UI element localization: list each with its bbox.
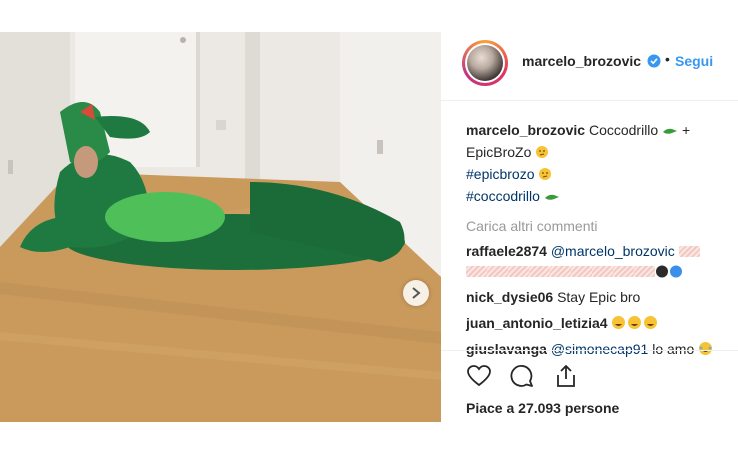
- post-header: marcelo_brozovic • Segui: [441, 20, 738, 101]
- clapping-emoji-icon: [634, 266, 655, 277]
- comments-list: marcelo_brozovic Coccodrillo + EpicBroZo…: [466, 120, 731, 365]
- avatar[interactable]: [462, 40, 508, 86]
- hashtag-line-1: #epicbrozo: [466, 164, 731, 186]
- next-photo-button[interactable]: [403, 280, 429, 306]
- caption: marcelo_brozovic Coccodrillo +: [466, 120, 731, 142]
- clapping-emoji-icon: [678, 246, 700, 257]
- comment-icon[interactable]: [509, 363, 535, 389]
- comment-mention[interactable]: @marcelo_brozovic: [551, 243, 675, 259]
- thinking-emoji-icon: [535, 144, 549, 164]
- separator-dot: •: [665, 51, 670, 67]
- hashtag-line-2: #coccodrillo: [466, 186, 731, 208]
- clapping-emoji-icon: [487, 266, 508, 277]
- post-photo[interactable]: [0, 32, 441, 422]
- follow-button[interactable]: Segui: [675, 53, 713, 69]
- black-blue-circles-icon: [656, 265, 682, 278]
- comment-username[interactable]: juan_antonio_letizia4: [466, 315, 608, 331]
- crocodile-emoji-icon: [662, 122, 678, 142]
- post-side-panel: marcelo_brozovic • Segui marcelo_brozovi…: [441, 20, 738, 422]
- clapping-emoji-icon: [613, 266, 634, 277]
- comment-item: raffaele2874 @marcelo_brozovic: [466, 241, 731, 281]
- clapping-emoji-icon: [592, 266, 613, 277]
- clapping-emoji-icon: [466, 266, 487, 277]
- clapping-emoji-icon: [529, 266, 550, 277]
- load-more-comments-link[interactable]: Carica altri commenti: [466, 216, 731, 236]
- comment-username[interactable]: nick_dysie06: [466, 289, 553, 305]
- avatar-photo: [467, 45, 503, 81]
- caption-plus: +: [681, 122, 691, 138]
- crocodile-emoji-icon: [544, 188, 560, 208]
- clapping-emoji-icon: [508, 266, 529, 277]
- clapping-emoji-icon: [550, 266, 571, 277]
- likes-count[interactable]: Piace a 27.093 persone: [466, 400, 619, 416]
- thinking-emoji-icon: [538, 166, 552, 186]
- verified-badge-icon: [647, 54, 661, 68]
- heart-icon[interactable]: [466, 363, 492, 389]
- comment-text: Stay Epic bro: [557, 289, 641, 305]
- laughing-emoji-icon: [612, 316, 658, 329]
- hashtag-epicbrozo[interactable]: #epicbrozo: [466, 166, 535, 182]
- caption-line2: EpicBroZo: [466, 142, 731, 164]
- caption-text: Coccodrillo: [588, 122, 659, 138]
- avatar-ring-inner: [465, 43, 505, 83]
- hashtag-coccodrillo[interactable]: #coccodrillo: [466, 188, 540, 204]
- comment-username[interactable]: raffaele2874: [466, 243, 547, 259]
- caption-line2-text: EpicBroZo: [466, 144, 532, 160]
- comment-item: nick_dysie06 Stay Epic bro: [466, 287, 731, 307]
- caption-username[interactable]: marcelo_brozovic: [466, 122, 585, 138]
- author-username[interactable]: marcelo_brozovic: [522, 53, 641, 69]
- share-icon[interactable]: [553, 363, 579, 389]
- comment-item: juan_antonio_letizia4: [466, 313, 731, 333]
- chevron-right-icon: [412, 287, 421, 299]
- clapping-emoji-icon: [571, 266, 592, 277]
- post-actions: Piace a 27.093 persone: [441, 350, 738, 423]
